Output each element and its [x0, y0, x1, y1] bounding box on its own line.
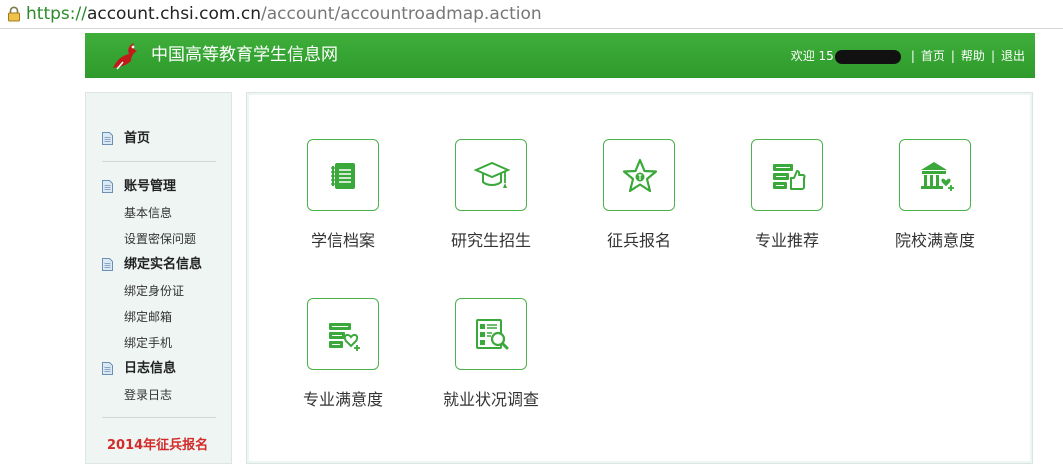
army-star-icon [622, 158, 658, 193]
url-host: account.chsi.com.cn [86, 4, 262, 24]
tile-graduate-admission[interactable]: 研究生招生 [421, 139, 561, 269]
tile-xuexin-archive[interactable]: 学信档案 [273, 139, 413, 269]
sidebar-item-bind-id[interactable]: 绑定身份证 [124, 284, 184, 298]
sidebar-item-label: 首页 [124, 131, 151, 146]
graduation-cap-icon [474, 161, 510, 188]
tile-label: 征兵报名 [606, 231, 671, 250]
tile-label: 学信档案 [310, 231, 375, 250]
survey-search-icon [476, 319, 509, 350]
tile-icon-box[interactable] [307, 298, 379, 370]
promo-link-recruitment[interactable]: 2014年征兵报名 [107, 434, 208, 453]
tile-major-recommendation[interactable]: 专业推荐 [717, 139, 857, 269]
bird-logo-icon [113, 43, 137, 70]
tile-label: 专业推荐 [754, 231, 819, 250]
tile-school-satisfaction[interactable]: 院校满意度 [865, 139, 1005, 269]
welcome-text: 欢迎 15 [790, 49, 834, 63]
sidebar-item-basic-info[interactable]: 基本信息 [124, 206, 172, 220]
top-nav: 欢迎 15 | 首页 | 帮助 | 退出 [791, 48, 1025, 64]
nav-home-link[interactable]: 首页 [921, 48, 945, 64]
sidebar-item-bind-phone[interactable]: 绑定手机 [124, 336, 172, 350]
sidebar-item-login-log[interactable]: 登录日志 [124, 388, 172, 402]
file-archive-icon [331, 163, 355, 189]
tile-army-enlistment[interactable]: 征兵报名 [569, 139, 709, 269]
document-icon [102, 132, 113, 145]
thumbs-up-books-icon [773, 164, 806, 190]
sidebar-group-label: 绑定实名信息 [124, 257, 203, 272]
tile-icon-box[interactable] [455, 139, 527, 211]
redacted-username [834, 49, 901, 64]
tile-icon-box[interactable] [751, 139, 823, 211]
tile-icon-box[interactable] [307, 139, 379, 211]
school-heart-icon [921, 162, 954, 191]
tile-label: 院校满意度 [894, 231, 975, 250]
document-icon [102, 362, 113, 375]
site-name[interactable]: 中国高等教育学生信息网 [151, 44, 338, 66]
nav-separator: | [990, 49, 995, 63]
tile-label: 专业满意度 [302, 390, 383, 409]
sidebar-item-bind-email[interactable]: 绑定邮箱 [124, 310, 172, 324]
sidebar-divider [102, 161, 216, 162]
url-scheme: https:// [26, 4, 87, 24]
document-icon [102, 180, 113, 193]
url-text[interactable]: https://account.chsi.com.cn/account/acco… [26, 4, 542, 24]
browser-address-bar[interactable]: https://account.chsi.com.cn/account/acco… [0, 0, 1063, 29]
sidebar-group-label: 账号管理 [124, 179, 177, 194]
nav-help-link[interactable]: 帮助 [961, 48, 985, 64]
sidebar-group-label: 日志信息 [124, 361, 177, 376]
url-path: /account/accountroadmap.action [261, 4, 542, 24]
tile-label: 研究生招生 [450, 231, 531, 250]
tile-major-satisfaction[interactable]: 专业满意度 [273, 298, 413, 428]
tile-employment-survey[interactable]: 就业状况调查 [421, 298, 561, 428]
tile-icon-box[interactable] [455, 298, 527, 370]
sidebar: 首页 账号管理 基本信息 设置密保问题 绑定实名信息 绑定身份证 绑定邮箱 绑定… [85, 92, 232, 464]
document-icon [102, 258, 113, 271]
nav-separator: | [950, 49, 955, 63]
site-header: 中国高等教育学生信息网 欢迎 15 | 首页 | 帮助 | 退出 [85, 33, 1035, 78]
nav-separator: | [910, 49, 915, 63]
nav-logout-link[interactable]: 退出 [1001, 48, 1025, 64]
tile-icon-box[interactable] [899, 139, 971, 211]
books-heart-icon [329, 323, 360, 351]
tile-label: 就业状况调查 [442, 390, 539, 409]
tile-icon-box[interactable] [603, 139, 675, 211]
sidebar-item-security-question[interactable]: 设置密保问题 [124, 232, 196, 246]
sidebar-divider [102, 417, 216, 418]
lock-icon [8, 6, 20, 22]
main-panel: 学信档案 研究生招生 征兵报名 专业推荐 院校满意度 专业满意度 就业状况调查 [246, 92, 1033, 464]
